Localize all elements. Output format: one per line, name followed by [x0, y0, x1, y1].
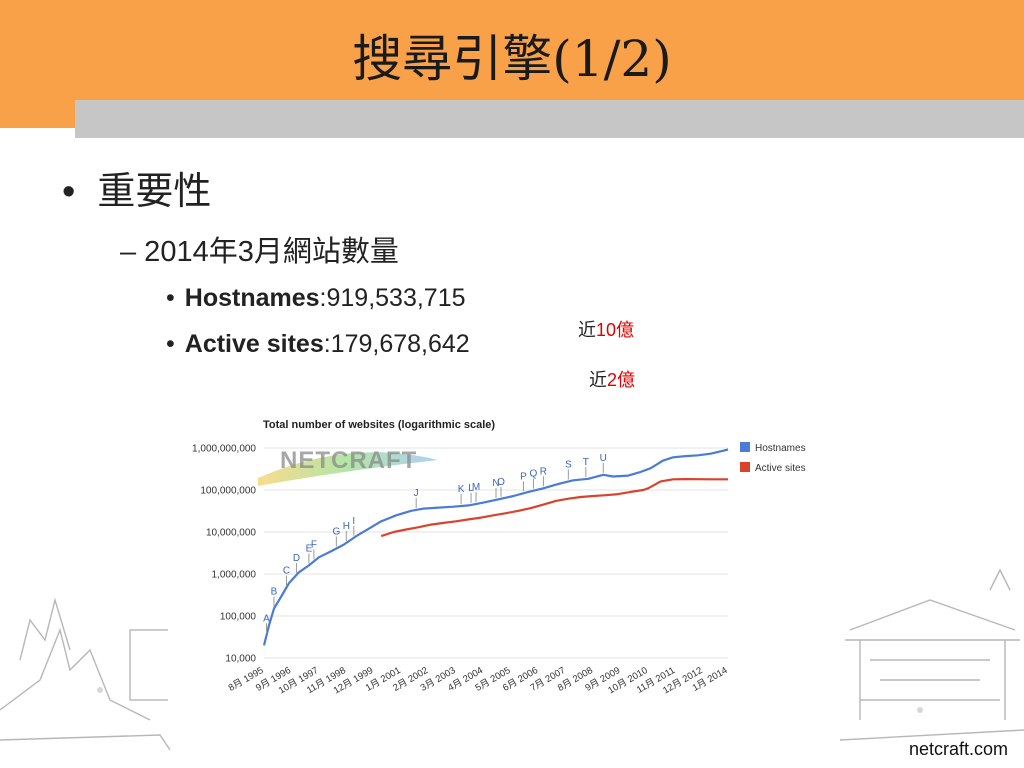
- event-annotations: ABCDEFGH IJ K LM NO P Q RS T U: [263, 453, 607, 634]
- chart-legend: Hostnames Active sites: [740, 442, 806, 474]
- bullet-dot: •: [166, 330, 175, 358]
- annotation-label: D: [293, 553, 300, 564]
- y-axis: 1,000,000,000 100,000,000 10,000,000 1,000,…: [192, 444, 256, 665]
- y-tick-label: 10,000: [225, 654, 256, 665]
- annotation-label: F: [311, 539, 317, 550]
- annotation-label: J: [414, 488, 419, 499]
- hostnames-label: Hostnames: [184, 284, 320, 312]
- annotation-label: Q: [530, 469, 538, 480]
- annotation-label: K: [458, 484, 465, 495]
- annotation-label: S: [565, 460, 572, 471]
- netcraft-watermark: NETCRAFT: [280, 447, 417, 474]
- annotation-label: P: [520, 471, 527, 482]
- bullet-dot: •: [62, 171, 76, 213]
- note1-prefix: 近: [578, 320, 596, 340]
- note2-number: 2: [607, 370, 618, 390]
- y-tick-label: 10,000,000: [206, 528, 256, 539]
- annotation-label: U: [600, 453, 607, 464]
- note2-prefix: 近: [589, 370, 607, 390]
- y-tick-label: 100,000: [220, 612, 257, 623]
- annotation-label: I: [352, 516, 355, 527]
- note2-suffix: 億: [617, 370, 636, 390]
- legend-swatch: [740, 462, 750, 472]
- title-accent-bar: [75, 100, 1024, 138]
- bullet-importance-text: 重要性: [97, 171, 212, 213]
- annotation-label: G: [332, 527, 340, 538]
- chart-title: Total number of websites (logarithmic sc…: [263, 419, 495, 431]
- annotation-label: R: [540, 466, 547, 477]
- legend-label: Hostnames: [755, 443, 806, 454]
- chart-container: Total number of websites (logarithmic sc…: [168, 408, 836, 714]
- x-axis: 8月 19959月 199610月 199711月 199812月 19991月…: [227, 665, 730, 696]
- slide-title: 搜尋引擎(1/2): [352, 30, 672, 88]
- annotation-label: B: [271, 587, 278, 598]
- websites-chart: Total number of websites (logarithmic sc…: [192, 419, 806, 697]
- bullet-importance: • 重要性: [62, 160, 211, 215]
- source-credit: netcraft.com: [908, 739, 1008, 759]
- legend-swatch: [740, 442, 750, 452]
- bullet-dot: •: [166, 284, 175, 312]
- active-sites-value: :179,678,642: [323, 330, 470, 358]
- note1-suffix: 億: [616, 320, 635, 340]
- y-tick-label: 100,000,000: [200, 486, 256, 497]
- note-active: 近2億: [589, 366, 635, 392]
- note-hostnames: 近10億: [578, 316, 634, 342]
- annotation-label: H: [343, 521, 350, 532]
- annotation-label: A: [263, 613, 270, 624]
- legend-label: Active sites: [755, 463, 806, 474]
- bullet-active-sites: • Active sites:179,678,642: [166, 330, 470, 359]
- bullet-hostnames: • Hostnames:919,533,715: [166, 284, 466, 313]
- note1-number: 10: [596, 320, 617, 340]
- active-sites-label: Active sites: [184, 330, 324, 358]
- annotation-label: M: [472, 482, 480, 493]
- annotation-label: C: [283, 566, 290, 577]
- annotation-label: O: [497, 477, 505, 488]
- annotation-label: T: [583, 457, 589, 468]
- hostnames-value: :919,533,715: [319, 284, 466, 312]
- bullet-site-count: – 2014年3月網站數量: [120, 236, 399, 268]
- y-tick-label: 1,000,000: [212, 570, 257, 581]
- y-tick-label: 1,000,000,000: [192, 444, 256, 455]
